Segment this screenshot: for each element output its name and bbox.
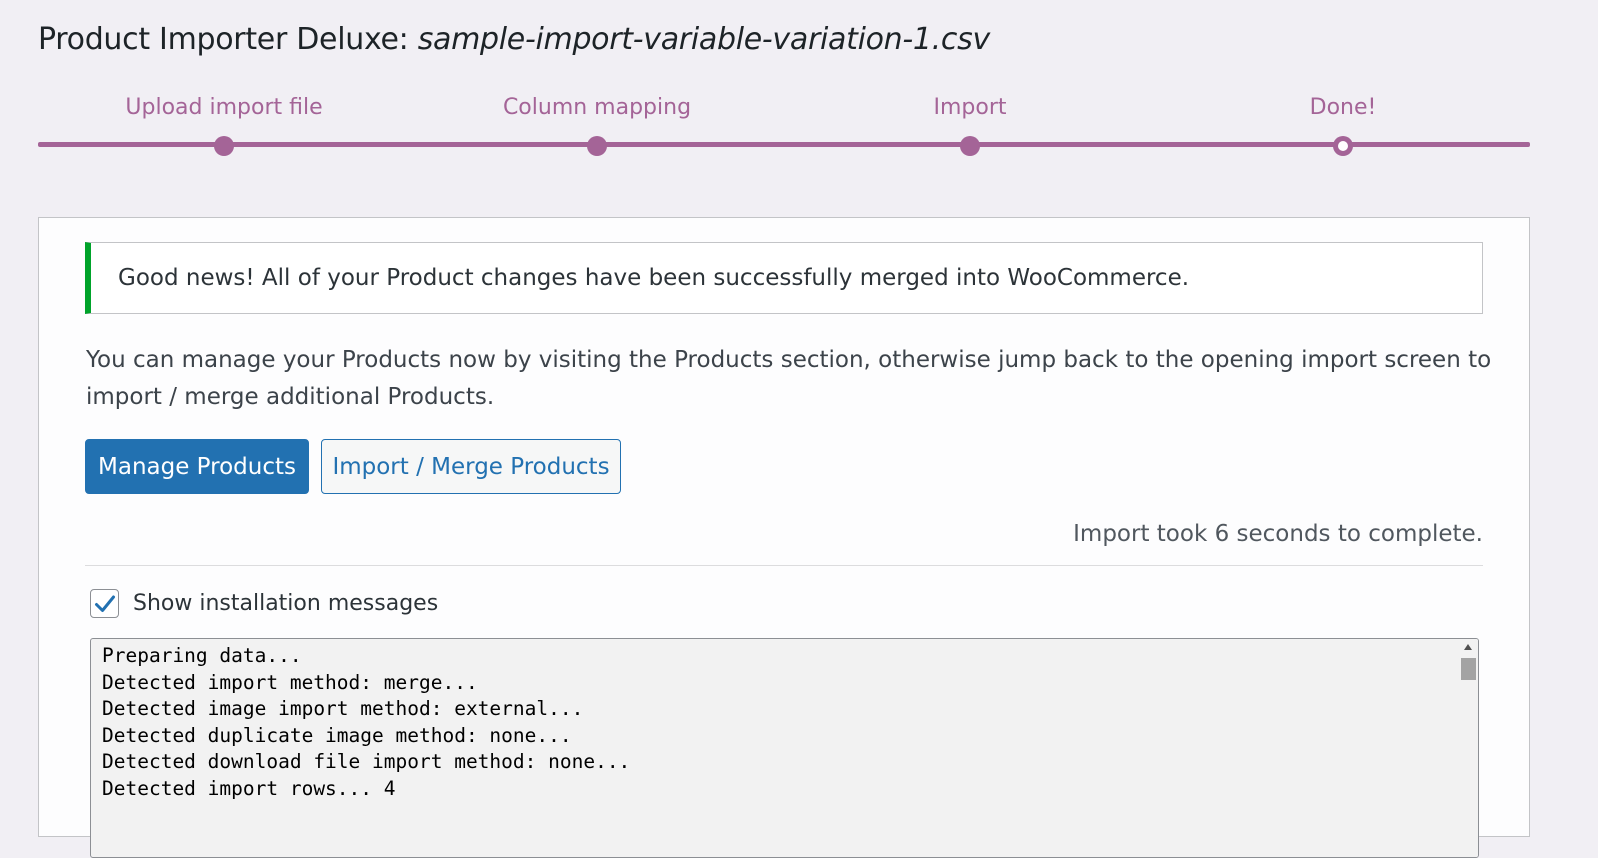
log-line: Detected duplicate image method: none... (102, 723, 572, 747)
show-messages-label[interactable]: Show installation messages (133, 591, 438, 616)
success-notice: Good news! All of your Product changes h… (85, 242, 1483, 314)
step-label: Done! (1309, 95, 1377, 120)
log-line: Detected download file import method: no… (102, 750, 631, 773)
show-messages-checkbox[interactable] (90, 589, 119, 618)
progress-track (38, 142, 1530, 147)
scroll-thumb[interactable] (1461, 658, 1476, 680)
import-result-panel: Good news! All of your Product changes h… (38, 217, 1530, 858)
manage-products-button[interactable]: Manage Products (85, 439, 309, 494)
step-label: Column mapping (502, 95, 692, 120)
checkmark-icon (94, 595, 115, 612)
step-label: Import (933, 95, 1007, 120)
scroll-up-arrow-icon[interactable] (1464, 644, 1472, 650)
intro-text: You can manage your Products now by visi… (86, 347, 1492, 410)
show-messages-toggle: Show installation messages (90, 589, 438, 618)
log-lines: Preparing data... Detected import method:… (102, 643, 630, 802)
log-scrollbar[interactable] (1459, 639, 1478, 857)
divider (85, 565, 1483, 566)
step-dot (960, 136, 980, 156)
step-dot (214, 136, 234, 156)
step-label: Upload import file (125, 95, 323, 120)
log-line: Detected import method: merge... (102, 670, 478, 694)
installation-messages-log[interactable]: Preparing data... Detected import method:… (90, 638, 1479, 858)
step-import: Import (840, 90, 1100, 156)
step-upload-import-file: Upload import file (94, 90, 354, 156)
page-title: Product Importer Deluxe: sample-import-v… (38, 22, 990, 57)
success-notice-text: Good news! All of your Product changes h… (118, 265, 1190, 291)
step-dot-current (1333, 136, 1353, 156)
log-line: Detected image import method: external..… (102, 697, 584, 720)
step-done: Done! (1213, 90, 1473, 156)
page-title-prefix: Product Importer Deluxe: (38, 22, 409, 57)
step-column-mapping: Column mapping (467, 90, 727, 156)
import-progress-steps: Upload import file Column mapping Import… (38, 90, 1530, 160)
import-duration-text: Import took 6 seconds to complete. (1073, 521, 1483, 547)
step-dot (587, 136, 607, 156)
log-line: Detected import rows... 4 (102, 776, 396, 800)
import-file-name: sample-import-variable-variation-1.csv (417, 22, 991, 57)
log-line: Preparing data... (102, 644, 302, 667)
import-merge-products-button[interactable]: Import / Merge Products (321, 439, 621, 494)
